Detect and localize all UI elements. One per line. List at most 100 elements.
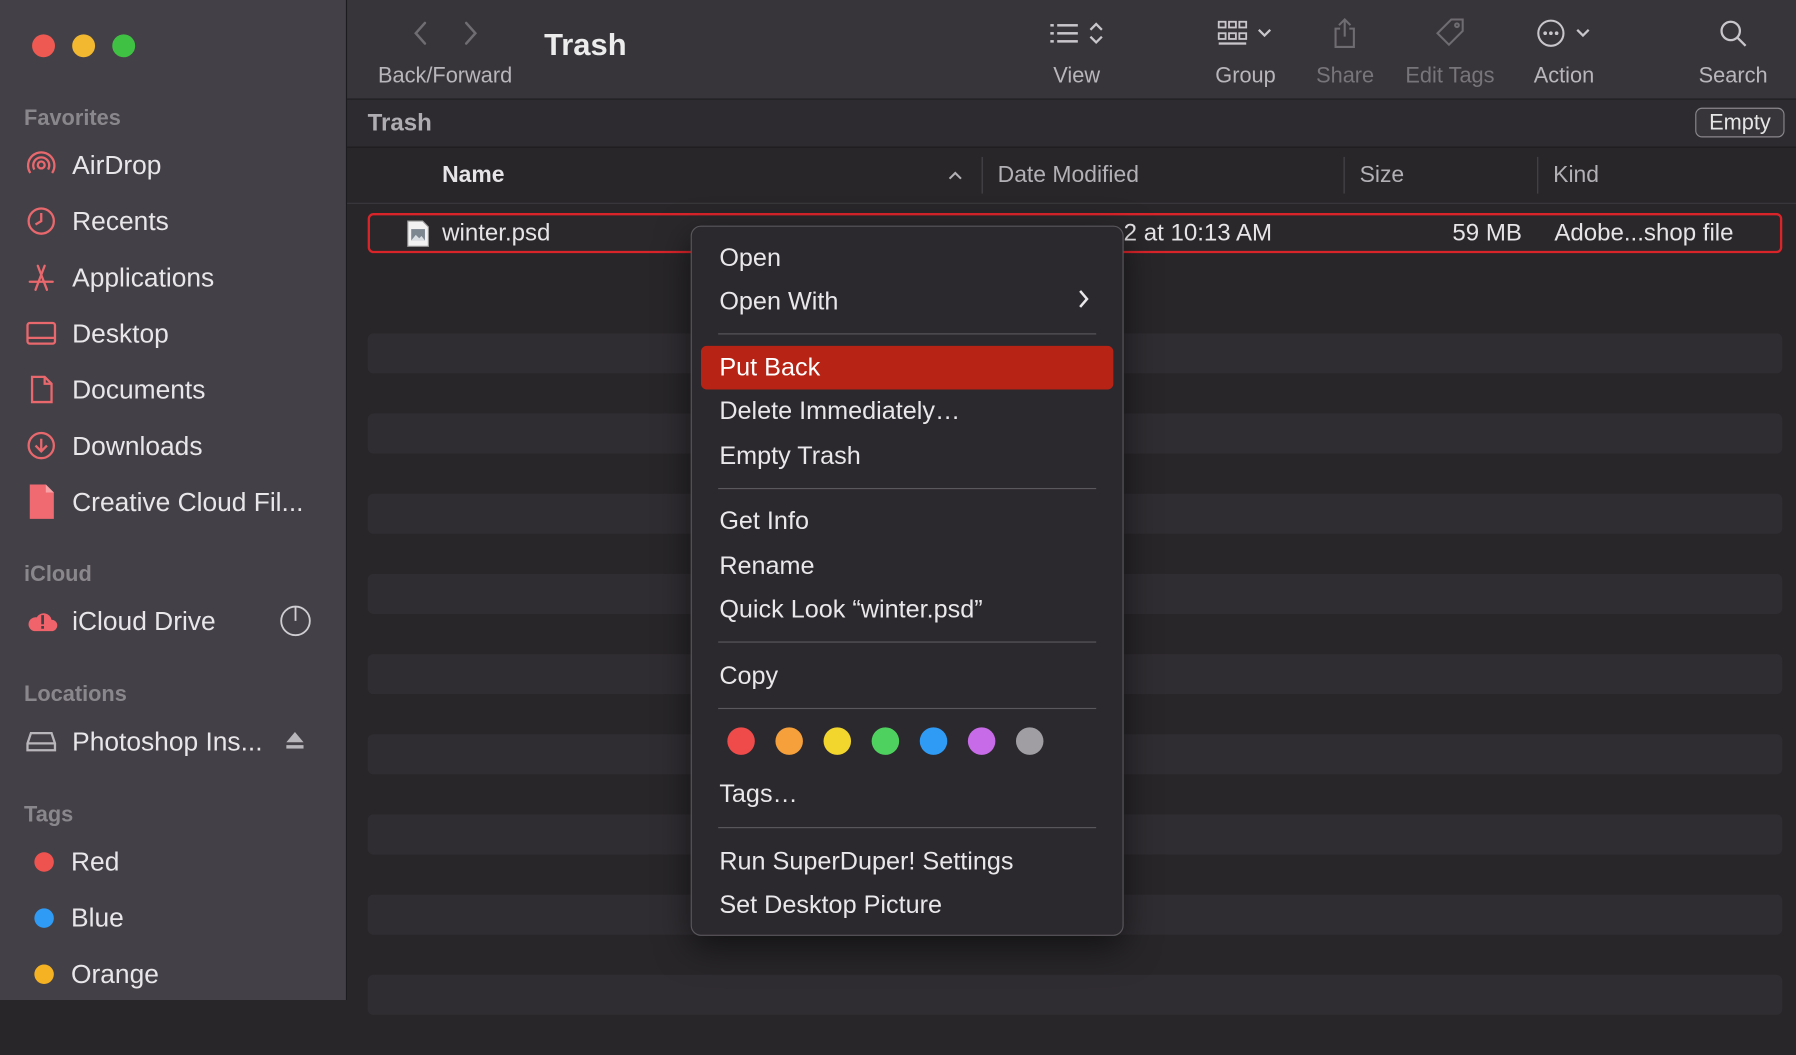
chevron-left-icon[interactable] [410,19,431,52]
sidebar-item-airdrop[interactable]: AirDrop [25,142,334,188]
sidebar-tags-header: Tags [24,802,74,828]
sort-ascending-icon[interactable] [947,167,963,188]
menu-item-run-superduper-settings[interactable]: Run SuperDuper! Settings [701,840,1113,884]
psd-file-icon [407,220,430,253]
edit-tags-button[interactable]: Edit Tags [1405,14,1495,90]
context-menu: Open Open With Put Back Delete Immediate… [690,225,1124,936]
menu-item-delete-immediately[interactable]: Delete Immediately… [701,389,1113,433]
share-icon [1333,17,1358,55]
icloud-sync-progress-icon [279,605,311,643]
airdrop-icon [25,149,62,181]
column-header-kind[interactable]: Kind [1553,148,1599,203]
path-bar-title: Trash [367,109,432,137]
disk-icon [25,725,62,757]
menu-item-open-with[interactable]: Open With [701,279,1113,323]
sidebar-item-label: Recents [72,205,169,236]
chevron-right-icon[interactable] [460,19,481,52]
eject-icon[interactable] [285,731,304,756]
close-window-button[interactable] [32,34,55,58]
icloud-warning-icon [25,605,62,637]
column-header-row: Name Date Modified Size Kind [347,147,1796,204]
sidebar-item-icloud-drive[interactable]: iCloud Drive [25,598,334,644]
up-down-chevron-icon [1088,20,1104,51]
tag-color-red[interactable] [727,727,755,755]
chevron-down-icon [1257,25,1273,46]
sidebar-item-label: Creative Cloud Fil... [72,486,304,517]
orange-tag-dot-icon [34,963,54,984]
action-button[interactable]: Action [1534,14,1594,90]
tag-color-orange[interactable] [775,727,803,755]
column-divider[interactable] [981,156,983,194]
menu-item-label: Open With [719,286,839,316]
tag-color-yellow[interactable] [823,727,852,755]
file-size: 59 MB [1452,219,1522,246]
clock-icon [25,205,62,237]
menu-separator [718,487,1097,490]
document-icon [25,373,62,405]
menu-item-quick-look[interactable]: Quick Look “winter.psd” [701,588,1113,632]
view-button[interactable]: View [1049,14,1104,90]
tag-color-gray[interactable] [1015,727,1044,755]
menu-item-empty-trash[interactable]: Empty Trash [701,434,1113,478]
column-header-name[interactable]: Name [442,148,504,203]
path-bar: Trash Empty [347,99,1796,148]
sidebar-item-creative-cloud-files[interactable]: Creative Cloud Fil... [25,479,334,525]
menu-separator [718,641,1097,643]
menu-item-rename[interactable]: Rename [701,544,1113,588]
sidebar-item-recents[interactable]: Recents [25,198,334,244]
group-button[interactable]: Group [1215,14,1276,90]
menu-item-set-desktop-picture[interactable]: Set Desktop Picture [701,883,1113,927]
column-divider[interactable] [1537,156,1539,194]
sidebar-tag-blue[interactable]: Blue [25,895,334,941]
table-row [367,974,1783,1015]
file-date-modified: 2 at 10:13 AM [1123,219,1273,246]
menu-item-tags[interactable]: Tags… [701,772,1113,816]
tag-color-purple[interactable] [967,727,996,755]
sidebar-item-photoshop-installer[interactable]: Photoshop Ins... [25,718,334,764]
share-button[interactable]: Share [1316,14,1374,90]
tag-icon [1434,17,1466,55]
sidebar-item-downloads[interactable]: Downloads [25,423,334,469]
sidebar-tag-orange[interactable]: Orange [25,951,334,997]
menu-separator [718,827,1097,829]
column-divider[interactable] [1343,156,1345,194]
file-kind: Adobe...shop file [1554,219,1734,246]
back-forward-button[interactable]: Back/Forward [378,14,512,90]
sidebar-item-desktop[interactable]: Desktop [25,310,334,356]
sidebar-favorites-header: Favorites [24,106,121,131]
sidebar-item-documents[interactable]: Documents [25,367,334,413]
file-name: winter.psd [442,219,551,246]
menu-item-get-info[interactable]: Get Info [701,499,1113,543]
search-icon [1718,18,1748,54]
action-label: Action [1533,64,1595,89]
sidebar-item-label: Orange [71,958,159,988]
sidebar-item-applications[interactable]: Applications [25,254,334,300]
search-button[interactable]: Search [1699,14,1768,90]
column-header-date-modified[interactable]: Date Modified [998,148,1139,203]
menu-item-open[interactable]: Open [701,236,1113,280]
empty-trash-button[interactable]: Empty [1695,107,1785,138]
tag-color-blue[interactable] [919,727,948,755]
sidebar-item-label: Blue [71,902,124,932]
sidebar-item-label: AirDrop [72,149,162,180]
group-grid-icon [1218,19,1248,52]
sidebar-item-label: Documents [72,373,206,404]
menu-item-copy[interactable]: Copy [701,654,1113,698]
tag-color-green[interactable] [871,727,900,755]
blue-tag-dot-icon [34,907,54,928]
ellipsis-circle-icon [1536,18,1566,54]
download-icon [25,430,62,462]
minimize-window-button[interactable] [72,34,96,58]
menu-separator [718,707,1097,710]
sidebar: Favorites AirDrop Recents Applications D… [0,0,348,1001]
sidebar-item-label: Applications [72,261,215,292]
column-header-size[interactable]: Size [1360,148,1405,203]
edit-tags-label: Edit Tags [1405,64,1495,89]
sidebar-item-label: Desktop [72,317,169,348]
menu-item-put-back[interactable]: Put Back [700,345,1114,390]
sidebar-tag-red[interactable]: Red [25,838,334,884]
zoom-window-button[interactable] [112,34,136,58]
back-forward-label: Back/Forward [377,64,513,89]
sidebar-icloud-header: iCloud [24,562,92,587]
chevron-right-icon [1077,286,1091,316]
